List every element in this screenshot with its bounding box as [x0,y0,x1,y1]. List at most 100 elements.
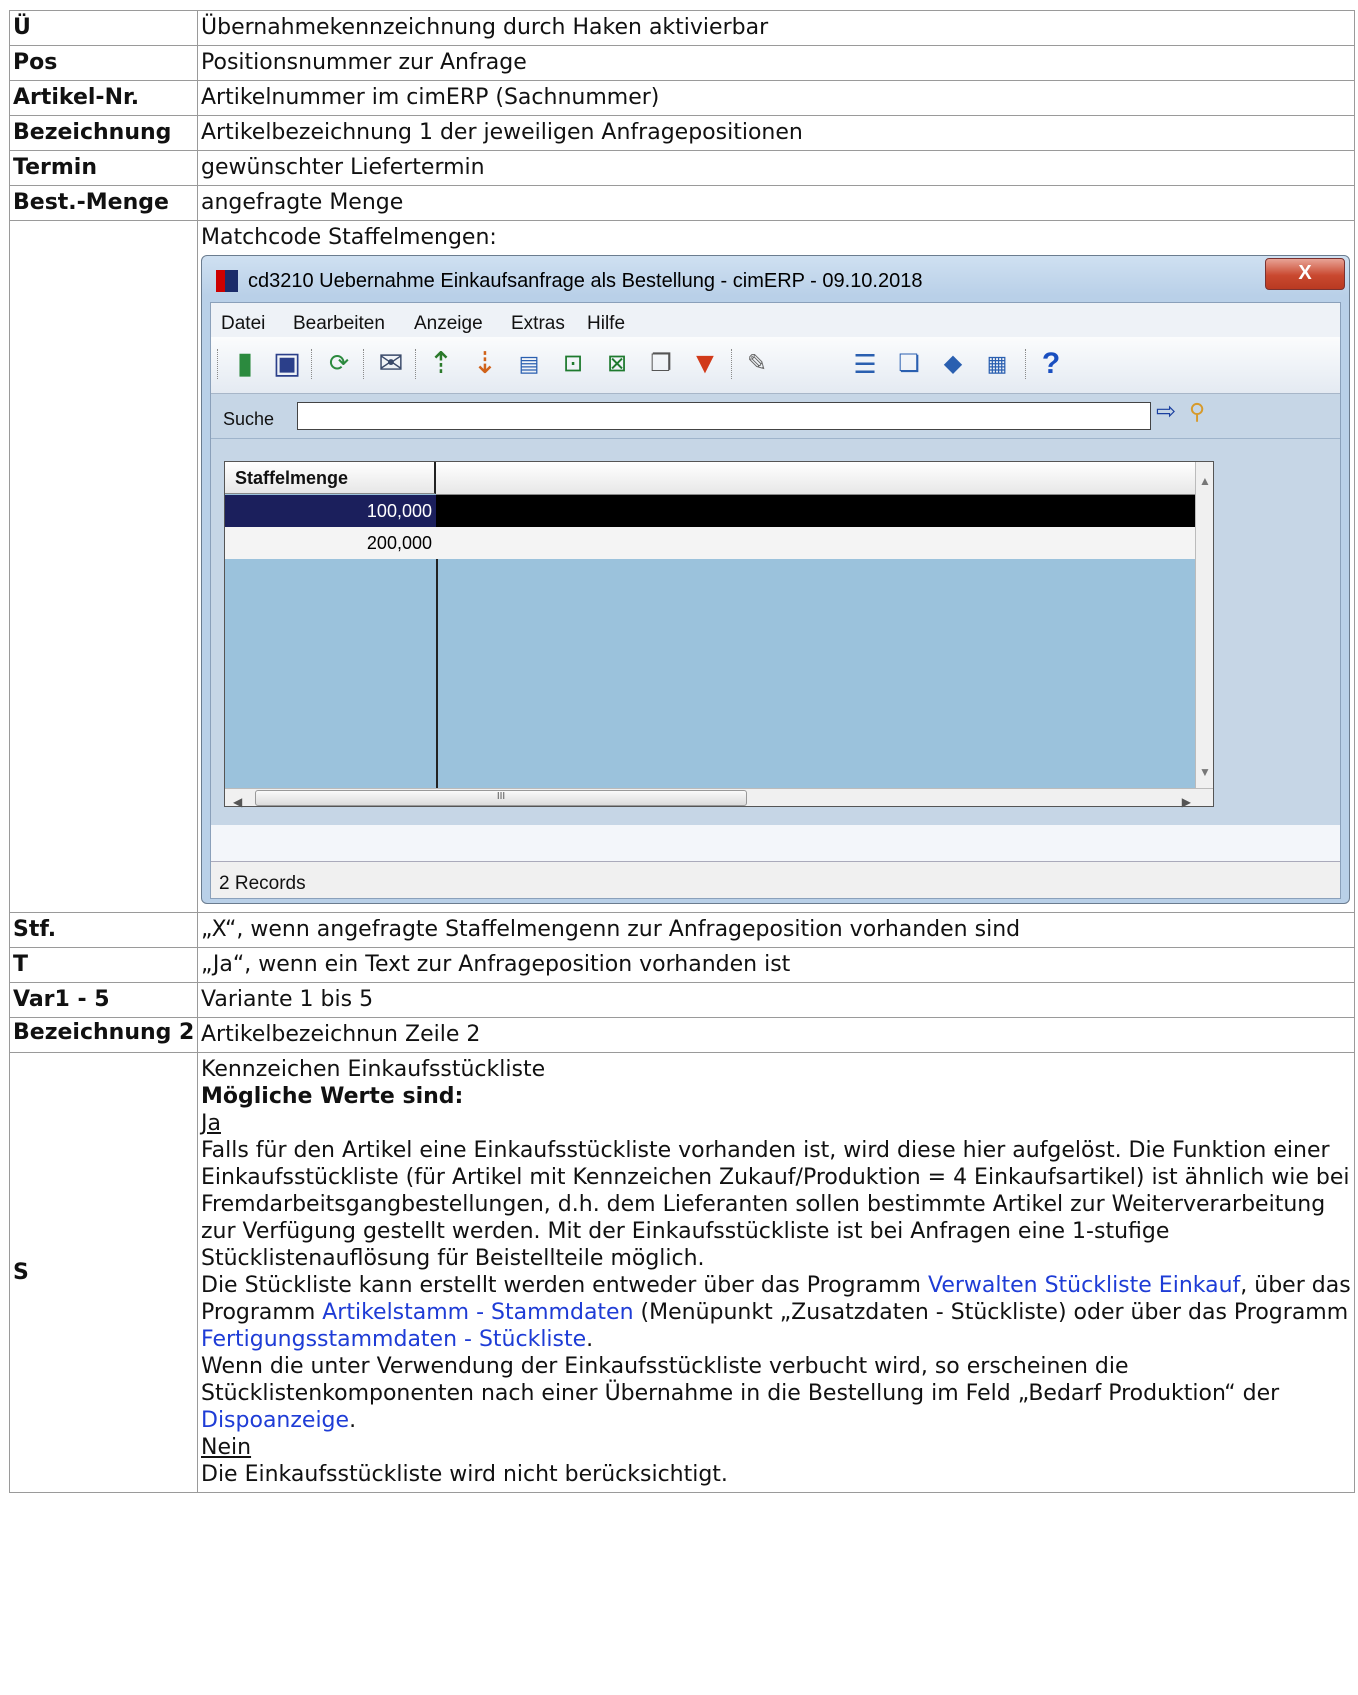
grid-cell-staffelmenge[interactable]: 100,000 [225,495,436,527]
help-question-icon[interactable]: ? [1033,345,1069,383]
mail-envelope-icon[interactable]: ✉ [373,345,409,383]
search-bar: Suche ⇨ ⚲ [211,394,1340,439]
field-description: Positionsnummer zur Anfrage [197,45,1355,81]
table-row: Var1 - 5 Variante 1 bis 5 [9,982,1355,1018]
table-row: Pos Positionsnummer zur Anfrage [9,45,1355,81]
export-sheet-icon[interactable]: ⊡ [555,345,591,383]
table-row[interactable]: 100,000 [225,495,1196,527]
field-key: Var1 - 5 [9,982,198,1018]
field-description: „Ja“, wenn ein Text zur Anfrageposition … [197,947,1355,983]
column-header-staffelmenge[interactable]: Staffelmenge [225,462,436,494]
search-icon[interactable]: ⚲ [1189,398,1205,425]
matchcode-window-screenshot: cd3210 Uebernahme Einkaufsanfrage als Be… [201,255,1350,904]
edit-document-icon[interactable]: ✎ [739,345,775,383]
s-possible-values: Mögliche Werte sind: [201,1084,464,1109]
menu-datei[interactable]: Datei [221,310,265,337]
field-key: Best.-Menge [9,185,198,221]
field-key-empty [9,220,198,913]
scroll-right-icon[interactable]: ▶ [1182,789,1191,816]
text: . [349,1408,357,1433]
description-table: Ü Übernahmekennzeichnung durch Haken akt… [9,10,1355,1493]
menu-hilfe[interactable]: Hilfe [587,310,625,337]
menu-bearbeiten[interactable]: Bearbeiten [293,310,385,337]
toolbar-separator [415,349,419,379]
windows-icon[interactable]: ❏ [891,345,927,383]
app-logo-icon [216,270,238,292]
search-label: Suche [223,409,275,429]
table-row[interactable]: 200,000 [225,527,1196,559]
matchcode-cell: Matchcode Staffelmengen: cd3210 Uebernah… [197,220,1355,913]
scroll-left-icon[interactable]: ◀ [233,789,242,816]
field-description: Übernahmekennzeichnung durch Haken aktiv… [197,10,1355,46]
s-nein-text: Die Einkaufsstückliste wird nicht berück… [201,1462,728,1487]
table-row: Bezeichnung 2 Artikelbezeichnun Zeile 2 [9,1017,1355,1053]
text: (Menüpunkt „Zusatzdaten - Stückliste) od… [633,1300,1349,1325]
menu-anzeige[interactable]: Anzeige [414,310,483,337]
field-description: Artikelbezeichnung 1 der jeweiligen Anfr… [197,115,1355,151]
window-title: cd3210 Uebernahme Einkaufsanfrage als Be… [248,270,923,292]
link-dispoanzeige[interactable]: Dispoanzeige [201,1408,349,1433]
number-list-icon[interactable]: ▤ [511,345,547,383]
table-row: Matchcode Staffelmengen: cd3210 Uebernah… [9,220,1355,913]
column-divider [436,559,438,791]
toolbar: ▮ ▣ ⟳ ✉ ⇡ ⇣ ▤ ⊡ ⊠ ❐ ▼ ✎ ☰ ❏ ◆ ▦ ? [211,337,1340,394]
close-button[interactable]: X [1265,258,1345,290]
table-row: Termin gewünschter Liefertermin [9,150,1355,186]
field-key: Ü [9,10,198,46]
s-option-nein: Nein [201,1435,252,1460]
search-input[interactable] [297,402,1151,430]
status-records: 2 Records [219,873,306,894]
toolbar-separator [363,349,367,379]
table-row: S Kennzeichen Einkaufsstückliste Möglich… [9,1052,1355,1493]
window-titlebar: cd3210 Uebernahme Einkaufsanfrage als Be… [202,256,1349,300]
arrow-right-icon[interactable]: ⇨ [1156,398,1176,425]
text: Die Stückliste kann erstellt werden entw… [201,1273,928,1298]
horizontal-scrollbar[interactable]: ◀ III ▶ [225,788,1213,809]
toolbar-separator [311,349,315,379]
scroll-up-icon[interactable]: ▲ [1199,468,1211,495]
field-key: Bezeichnung 2 [9,1017,198,1053]
data-grid: Staffelmenge 100,000 200,000 ▲ ▼ ◀ III ▶ [224,461,1214,809]
save-disk-icon[interactable]: ▣ [269,345,305,383]
scroll-thumb[interactable]: III [255,790,747,806]
sort-descending-icon[interactable]: ⇣ [467,345,503,383]
field-key: Termin [9,150,198,186]
field-description: „X“, wenn angefragte Staffelmengenn zur … [197,912,1355,948]
status-bar: 2 Records [211,861,1340,898]
field-key: Pos [9,45,198,81]
s-title: Kennzeichen Einkaufsstückliste [201,1057,546,1082]
grid-area: Staffelmenge 100,000 200,000 ▲ ▼ ◀ III ▶ [211,439,1340,825]
field-key: Bezeichnung [9,115,198,151]
menu-extras[interactable]: Extras [511,310,565,337]
s-ja-text: Falls für den Artikel eine Einkaufsstück… [201,1138,1350,1271]
matchcode-label: Matchcode Staffelmengen: [201,225,497,250]
link-verwalten-stueckliste-einkauf[interactable]: Verwalten Stückliste Einkauf [928,1273,1240,1298]
field-description: gewünschter Liefertermin [197,150,1355,186]
table-row: Bezeichnung Artikelbezeichnung 1 der jew… [9,115,1355,151]
field-description-s: Kennzeichen Einkaufsstückliste Mögliche … [197,1052,1355,1493]
excel-icon[interactable]: ⊠ [599,345,635,383]
sort-ascending-icon[interactable]: ⇡ [423,345,459,383]
list-view-icon[interactable]: ☰ [847,345,883,383]
vertical-scrollbar[interactable]: ▲ ▼ [1195,462,1213,790]
tag-icon[interactable]: ◆ [935,345,971,383]
toolbar-separator [731,349,735,379]
grid-cell-staffelmenge[interactable]: 200,000 [225,527,436,559]
field-description: Artikelnummer im cimERP (Sachnummer) [197,80,1355,116]
grid-columns-icon[interactable]: ▦ [979,345,1015,383]
field-key: Artikel-Nr. [9,80,198,116]
window-client: Datei Bearbeiten Anzeige Extras Hilfe ▮ … [210,302,1341,899]
copy-icon[interactable]: ❐ [643,345,679,383]
refresh-icon[interactable]: ⟳ [321,345,357,383]
link-artikelstamm-stammdaten[interactable]: Artikelstamm - Stammdaten [322,1300,633,1325]
scroll-down-icon[interactable]: ▼ [1199,759,1211,786]
filter-funnel-icon[interactable]: ▼ [687,345,723,383]
s-option-ja: Ja [201,1111,221,1136]
link-fertigungsstammdaten-stueckliste[interactable]: Fertigungsstammdaten - Stückliste [201,1327,586,1352]
exit-door-icon[interactable]: ▮ [227,345,263,383]
text: Wenn die unter Verwendung der Einkaufsst… [201,1354,1280,1406]
table-row: Ü Übernahmekennzeichnung durch Haken akt… [9,10,1355,46]
field-key: S [9,1052,198,1493]
field-key: T [9,947,198,983]
table-row: Stf. „X“, wenn angefragte Staffelmengenn… [9,912,1355,948]
